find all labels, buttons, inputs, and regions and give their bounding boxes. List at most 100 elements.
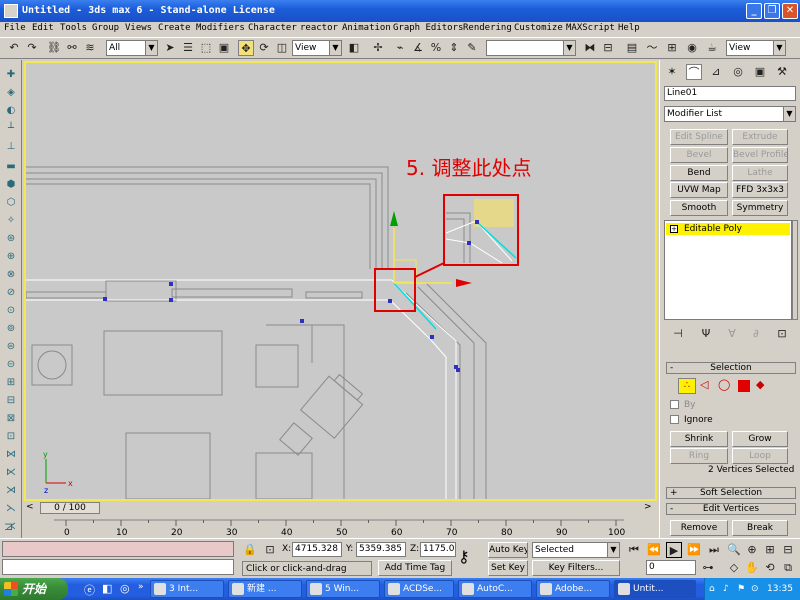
maxscript-listener[interactable] bbox=[2, 541, 234, 557]
tray-volume-icon[interactable]: ♪ bbox=[723, 578, 729, 600]
menu-views[interactable]: Views bbox=[125, 23, 152, 33]
pivot-center-icon[interactable]: ◧ bbox=[346, 40, 362, 56]
tool-icon-2[interactable]: ◈ bbox=[3, 86, 19, 100]
edit-vertices-rollout-header[interactable]: - Edit Vertices bbox=[666, 503, 796, 515]
time-slider[interactable]: 0 / 100 bbox=[40, 502, 100, 514]
modifier-list-dropdown[interactable]: Modifier List ▼ bbox=[664, 106, 796, 122]
current-frame-field[interactable]: 0 bbox=[646, 560, 696, 575]
unlink-icon[interactable]: ⚯ bbox=[64, 40, 80, 56]
uvw-map-button[interactable]: UVW Map bbox=[670, 182, 728, 198]
remove-modifier-icon[interactable]: ∂ bbox=[748, 326, 764, 342]
menu-group[interactable]: Group bbox=[92, 23, 119, 33]
display-tab-icon[interactable]: ▣ bbox=[752, 64, 768, 80]
menu-maxscript[interactable]: MAXScript bbox=[566, 23, 615, 33]
select-by-name-icon[interactable]: ☰ bbox=[180, 40, 196, 56]
snap-toggle-icon[interactable]: ⌁ bbox=[392, 40, 408, 56]
tool-icon-3[interactable]: ◐ bbox=[3, 104, 19, 118]
menu-edit[interactable]: Edit bbox=[32, 23, 54, 33]
tool-icon-24[interactable]: ⋊ bbox=[3, 484, 19, 498]
modifier-stack[interactable]: + Editable Poly bbox=[664, 220, 792, 320]
bevel-button[interactable]: Bevel bbox=[670, 147, 728, 163]
track-bar[interactable]: 0 10 20 30 40 50 60 70 80 90 100 bbox=[24, 516, 657, 538]
z-coordinate-field[interactable]: 1175.0 bbox=[420, 542, 456, 557]
tool-icon-4[interactable]: ┴ bbox=[3, 122, 19, 136]
schematic-view-icon[interactable]: ⊞ bbox=[664, 40, 680, 56]
maxscript-mini-listener[interactable] bbox=[2, 559, 234, 575]
next-frame-icon[interactable]: ⏩ bbox=[686, 542, 702, 558]
select-link-icon[interactable]: ⛓ bbox=[46, 40, 62, 56]
previous-frame-icon[interactable]: ⏪ bbox=[646, 542, 662, 558]
border-mode-icon[interactable]: ◯ bbox=[718, 378, 730, 391]
task-acdsee[interactable]: ACDSe... bbox=[384, 580, 454, 598]
expand-icon[interactable]: + bbox=[670, 225, 678, 233]
menu-reactor[interactable]: reactor bbox=[300, 23, 338, 33]
selection-rollout-header[interactable]: - Selection bbox=[666, 362, 796, 374]
tray-security-icon[interactable]: ⚑ bbox=[737, 578, 745, 600]
quicklaunch-desktop-icon[interactable]: ◧ bbox=[102, 582, 112, 595]
viewport-top[interactable]: y x z 5. 调整此处点 bbox=[24, 61, 657, 501]
arc-rotate-icon[interactable]: ⟲ bbox=[762, 560, 778, 576]
menu-file[interactable]: File bbox=[4, 23, 26, 33]
x-coordinate-field[interactable]: 4715.328 bbox=[292, 542, 342, 557]
show-end-result-icon[interactable]: Ψ bbox=[698, 326, 714, 342]
menu-character[interactable]: Character bbox=[248, 23, 297, 33]
mirror-icon[interactable]: ⧓ bbox=[582, 40, 598, 56]
tray-update-icon[interactable]: ⊙ bbox=[751, 578, 759, 600]
menu-create[interactable]: Create bbox=[158, 23, 191, 33]
polygon-mode-icon[interactable] bbox=[738, 380, 750, 392]
rect-selection-icon[interactable]: ⬚ bbox=[198, 40, 214, 56]
tool-icon-22[interactable]: ⋈ bbox=[3, 448, 19, 462]
field-of-view-icon[interactable]: ◇ bbox=[726, 560, 742, 576]
key-mode-toggle-icon[interactable]: ⊶ bbox=[700, 560, 716, 576]
undo-icon[interactable]: ↶ bbox=[6, 40, 22, 56]
selection-filter-dropdown[interactable]: All ▼ bbox=[106, 40, 158, 56]
bevel-profile-button[interactable]: Bevel Profile bbox=[732, 147, 788, 163]
hierarchy-tab-icon[interactable]: ⊿ bbox=[708, 64, 724, 80]
ring-button[interactable]: Ring bbox=[670, 448, 728, 464]
extrude-button[interactable]: Extrude bbox=[732, 129, 788, 145]
grow-button[interactable]: Grow bbox=[732, 431, 788, 447]
element-mode-icon[interactable]: ◆ bbox=[756, 378, 764, 391]
menu-customize[interactable]: Customize bbox=[514, 23, 563, 33]
viewport-canvas[interactable]: y x z 5. 调整此处点 bbox=[26, 63, 655, 499]
tool-icon-14[interactable]: ⊙ bbox=[3, 304, 19, 318]
auto-key-button[interactable]: Auto Key bbox=[488, 542, 528, 558]
ignore-backfacing-checkbox[interactable] bbox=[670, 415, 679, 424]
tool-icon-8[interactable]: ⬡ bbox=[3, 196, 19, 210]
close-button[interactable]: ✕ bbox=[782, 3, 798, 19]
tool-icon-7[interactable]: ⬢ bbox=[3, 178, 19, 192]
stack-item-editable-poly[interactable]: + Editable Poly bbox=[666, 223, 790, 235]
utilities-tab-icon[interactable]: ⚒ bbox=[774, 64, 790, 80]
tool-icon-15[interactable]: ⊚ bbox=[3, 322, 19, 336]
object-name-field[interactable]: Line01 bbox=[664, 86, 796, 101]
motion-tab-icon[interactable]: ◎ bbox=[730, 64, 746, 80]
smooth-button[interactable]: Smooth bbox=[670, 200, 728, 216]
by-vertex-checkbox[interactable] bbox=[670, 400, 679, 409]
task-untitled-3dsmax[interactable]: Untit... bbox=[614, 580, 696, 598]
redo-icon[interactable]: ↷ bbox=[24, 40, 40, 56]
stack-scrollbar[interactable] bbox=[792, 220, 798, 320]
bend-button[interactable]: Bend bbox=[670, 165, 728, 181]
go-to-end-icon[interactable]: ⏭ bbox=[706, 542, 722, 558]
material-editor-icon[interactable]: ◉ bbox=[684, 40, 700, 56]
zoom-extents-all-icon[interactable]: ⊟ bbox=[780, 542, 796, 558]
align-icon[interactable]: ⊟ bbox=[600, 40, 616, 56]
key-icon[interactable]: ⚷ bbox=[458, 547, 470, 566]
bind-space-warp-icon[interactable]: ≋ bbox=[82, 40, 98, 56]
track-bar-toggle-icon[interactable]: ⊐ bbox=[4, 520, 13, 533]
configure-sets-icon[interactable]: ⊡ bbox=[774, 326, 790, 342]
app-icon[interactable] bbox=[4, 4, 18, 18]
zoom-extents-icon[interactable]: ⊞ bbox=[762, 542, 778, 558]
tool-icon-19[interactable]: ⊟ bbox=[3, 394, 19, 408]
ffd-button[interactable]: FFD 3x3x3 bbox=[732, 182, 788, 198]
spinner-snap-icon[interactable]: ⇕ bbox=[446, 40, 462, 56]
tool-icon-23[interactable]: ⋉ bbox=[3, 466, 19, 480]
select-object-icon[interactable]: ➤ bbox=[162, 40, 178, 56]
tool-icon-25[interactable]: ⋋ bbox=[3, 502, 19, 516]
start-button[interactable]: 开始 bbox=[0, 578, 68, 600]
selection-lock-icon[interactable]: 🔒 bbox=[242, 542, 258, 558]
percent-snap-icon[interactable]: % bbox=[428, 40, 444, 56]
tool-icon-13[interactable]: ⊘ bbox=[3, 286, 19, 300]
menu-rendering[interactable]: Rendering bbox=[463, 23, 512, 33]
tool-icon-17[interactable]: ⊝ bbox=[3, 358, 19, 372]
